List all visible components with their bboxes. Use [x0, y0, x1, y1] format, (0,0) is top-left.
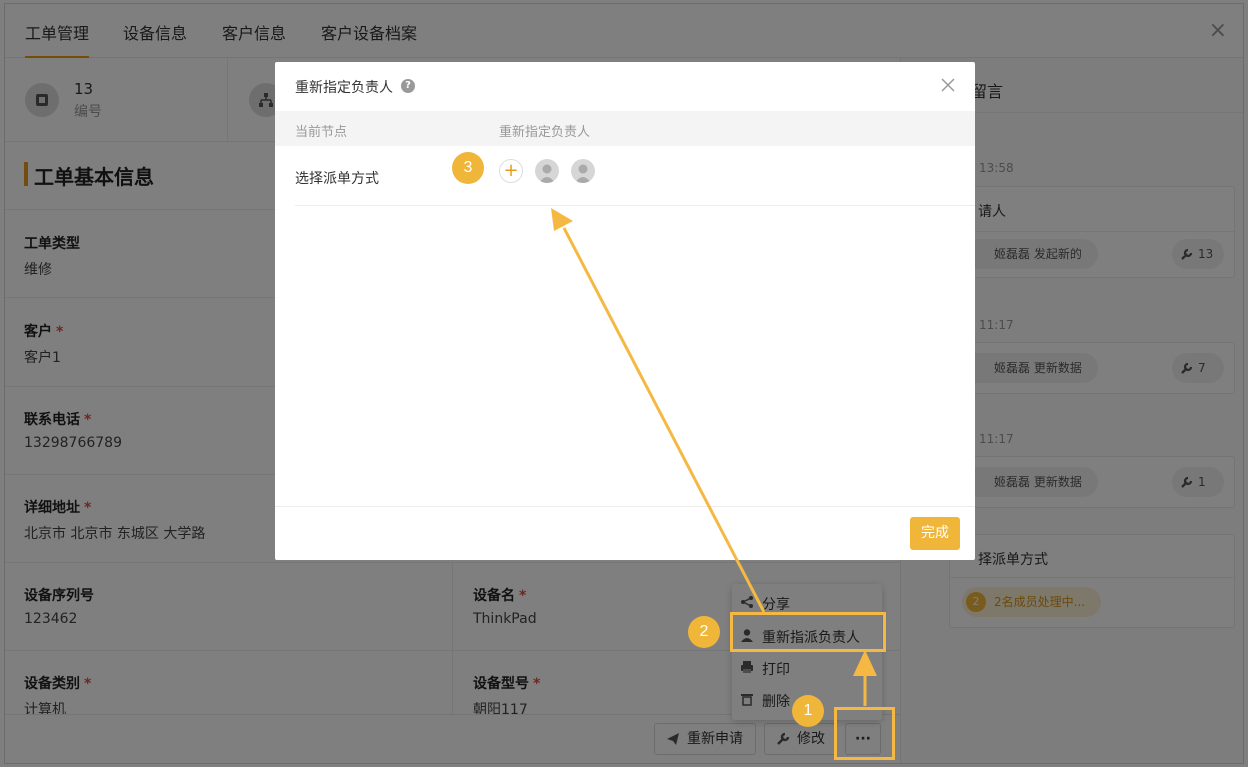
- add-assignee-button[interactable]: +: [499, 159, 523, 183]
- dialog-title: 重新指定负责人: [295, 80, 393, 96]
- close-icon[interactable]: [939, 76, 957, 98]
- highlight-more-button: [834, 707, 895, 760]
- help-icon[interactable]: ?: [401, 79, 415, 93]
- node-name: 选择派单方式: [295, 171, 379, 187]
- highlight-reassign-item: [730, 612, 886, 652]
- avatar[interactable]: [535, 159, 559, 183]
- divider: [295, 205, 975, 206]
- callout-badge: 1: [792, 695, 824, 727]
- table-header: 当前节点 重新指定负责人: [275, 111, 975, 146]
- reassign-dialog: 重新指定负责人 ? 当前节点 重新指定负责人 选择派单方式 + 完成: [275, 62, 975, 560]
- divider: [275, 506, 975, 507]
- column-header-assignee: 重新指定负责人: [499, 125, 591, 140]
- done-button[interactable]: 完成: [910, 517, 960, 550]
- callout-badge: 3: [452, 152, 484, 184]
- column-header-node: 当前节点: [295, 125, 348, 140]
- avatar[interactable]: [571, 159, 595, 183]
- callout-badge: 2: [688, 616, 720, 648]
